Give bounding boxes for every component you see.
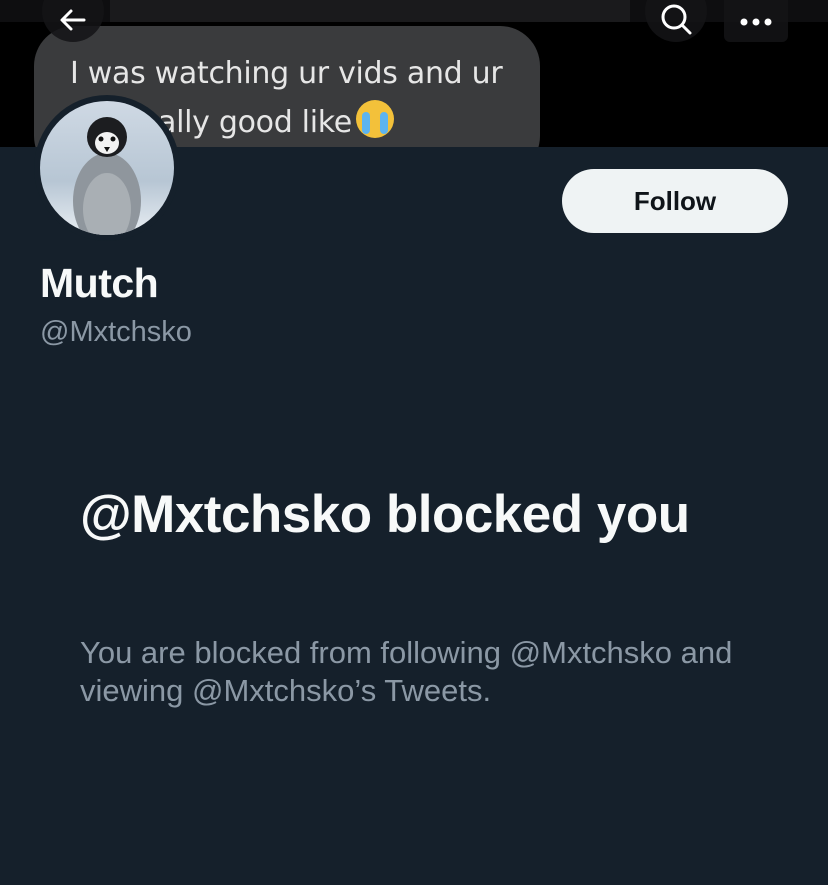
user-handle: @Mxtchsko bbox=[40, 316, 192, 348]
blocked-message: You are blocked from following @Mxtchsko… bbox=[80, 635, 733, 708]
message-line-1: I was watching ur vids and ur bbox=[70, 56, 503, 91]
avatar[interactable] bbox=[34, 95, 180, 241]
message-line-2-text: ally good like bbox=[158, 105, 352, 140]
more-button[interactable] bbox=[724, 0, 788, 42]
blocked-title: @Mxtchsko blocked you bbox=[80, 485, 690, 544]
search-icon bbox=[661, 4, 692, 35]
profile-page: I was watching ur vids and ur ally good … bbox=[0, 0, 828, 885]
message-line-2: ally good like bbox=[158, 100, 394, 140]
arrow-left-icon bbox=[60, 9, 86, 31]
loudly-crying-face-icon bbox=[355, 100, 394, 138]
display-name: Mutch bbox=[40, 260, 159, 306]
penguin-chick-avatar bbox=[40, 101, 174, 235]
more-dots-icon bbox=[740, 18, 772, 26]
follow-button[interactable]: Follow bbox=[562, 169, 788, 233]
